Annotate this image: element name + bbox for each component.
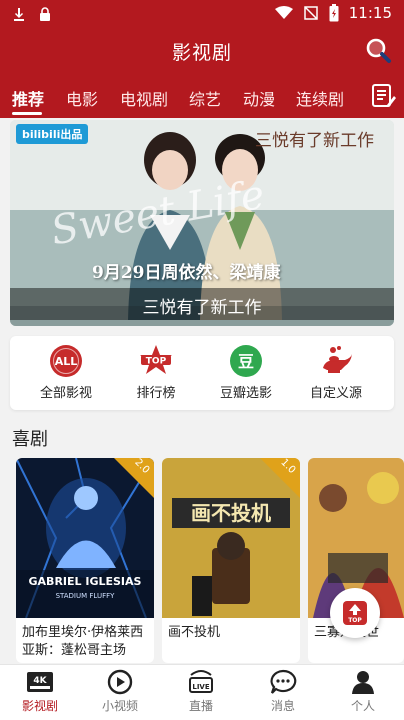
edit-tabs-button[interactable]	[364, 74, 404, 118]
tab-series[interactable]: 连续剧	[296, 86, 344, 110]
quick-label-all: 全部影视	[39, 386, 92, 401]
category-tabs: 推荐 电影 电视剧 综艺 动漫 连续剧 纪	[0, 74, 404, 118]
nav-label-messages: 消息	[270, 699, 295, 713]
rating-badge: 1.0	[260, 458, 300, 498]
banner-caption: 三悦有了新工作	[142, 298, 262, 318]
ranking-button[interactable]: TOP 排行榜	[111, 344, 201, 401]
bilibili-badge: bilibili出品	[16, 124, 89, 144]
download-icon	[14, 8, 24, 21]
rating-badge: 2.0	[114, 458, 154, 498]
nav-messages[interactable]: 消息	[248, 669, 318, 714]
video-card[interactable]: 画不投机 1.0 画不投机	[162, 458, 300, 663]
wifi-icon	[274, 6, 293, 19]
scroll-to-top-button[interactable]: TOP	[330, 588, 380, 638]
page-title: 影视剧	[171, 42, 232, 64]
nav-profile[interactable]: 个人	[328, 669, 398, 714]
svg-text:TOP: TOP	[348, 617, 362, 624]
quick-label-ranking: 排行榜	[136, 386, 176, 401]
card-poster: GABRIEL IGLESIAS STADIUM FLUFFY 2.0	[16, 458, 154, 618]
nav-short-videos[interactable]: 小视频	[85, 669, 155, 714]
bottom-navigation: 4K 影视剧 小视频 LIVE 直播 消息 个人	[0, 664, 404, 720]
top-rank-icon: TOP	[139, 344, 173, 378]
tab-movie[interactable]: 电影	[66, 86, 98, 110]
tab-recommend[interactable]: 推荐	[12, 86, 44, 110]
banner-date-text: 9月29日周依然、梁靖康	[92, 263, 281, 283]
live-icon: LIVE	[187, 669, 215, 695]
card-title: 加布里埃尔·伊格莱西亚斯：蓬松哥主场	[22, 625, 144, 658]
tab-tv[interactable]: 电视剧	[120, 86, 168, 110]
status-time: 11:15	[348, 4, 392, 22]
quick-label-douban: 豆瓣选影	[219, 386, 272, 401]
edit-list-icon	[372, 84, 396, 107]
4k-icon: 4K	[26, 669, 54, 695]
douban-icon: 豆	[229, 344, 263, 378]
top-arrow-icon: TOP	[343, 601, 367, 625]
svg-text:TOP: TOP	[146, 357, 167, 367]
search-icon[interactable]	[364, 36, 392, 64]
status-bar: 11:15	[0, 0, 404, 28]
nav-label-short-videos: 小视频	[101, 699, 138, 713]
nav-label-live: 直播	[188, 699, 213, 713]
svg-text:STADIUM FLUFFY: STADIUM FLUFFY	[56, 592, 116, 600]
video-card[interactable]: GABRIEL IGLESIAS STADIUM FLUFFY 2.0 加布里埃…	[16, 458, 154, 663]
card-title: 画不投机	[168, 625, 221, 640]
douban-picks-button[interactable]: 豆 豆瓣选影	[201, 344, 291, 401]
message-icon	[269, 669, 297, 695]
active-tab-indicator	[12, 112, 42, 115]
app-header: 影视剧	[0, 28, 404, 74]
section-title: 喜剧	[12, 429, 48, 450]
user-icon	[349, 669, 377, 695]
svg-text:画不投机: 画不投机	[191, 501, 271, 525]
nav-videos[interactable]: 4K 影视剧	[5, 669, 75, 714]
quick-menu: ALL 全部影视 TOP 排行榜 豆 豆瓣选影 自定义源	[10, 336, 394, 410]
all-icon: ALL	[49, 344, 83, 378]
quick-label-custom: 自定义源	[309, 386, 362, 401]
play-icon	[106, 669, 134, 695]
lock-icon	[40, 7, 50, 21]
all-videos-button[interactable]: ALL 全部影视	[21, 344, 111, 401]
svg-text:豆: 豆	[238, 352, 254, 371]
custom-source-button[interactable]: 自定义源	[291, 344, 381, 401]
svg-text:4K: 4K	[33, 676, 47, 686]
nav-label-profile: 个人	[350, 699, 375, 713]
featured-banner[interactable]: Sweet Life bilibili出品 三悦有了新工作 9月29日周依然、梁…	[10, 120, 394, 326]
svg-text:ALL: ALL	[55, 355, 78, 368]
svg-text:GABRIEL IGLESIAS: GABRIEL IGLESIAS	[29, 575, 142, 588]
banner-logo-text: 三悦有了新工作	[255, 131, 374, 151]
tab-anime[interactable]: 动漫	[243, 86, 275, 110]
battery-icon	[329, 4, 339, 22]
tab-variety[interactable]: 综艺	[189, 86, 221, 110]
nav-live[interactable]: LIVE 直播	[166, 669, 236, 714]
magic-lamp-icon	[319, 344, 353, 378]
no-signal-icon	[304, 6, 318, 20]
banner-caption-bar: 三悦有了新工作	[10, 288, 394, 320]
svg-text:LIVE: LIVE	[192, 683, 209, 691]
card-poster: 画不投机 1.0	[162, 458, 300, 618]
nav-label-videos: 影视剧	[21, 699, 58, 713]
